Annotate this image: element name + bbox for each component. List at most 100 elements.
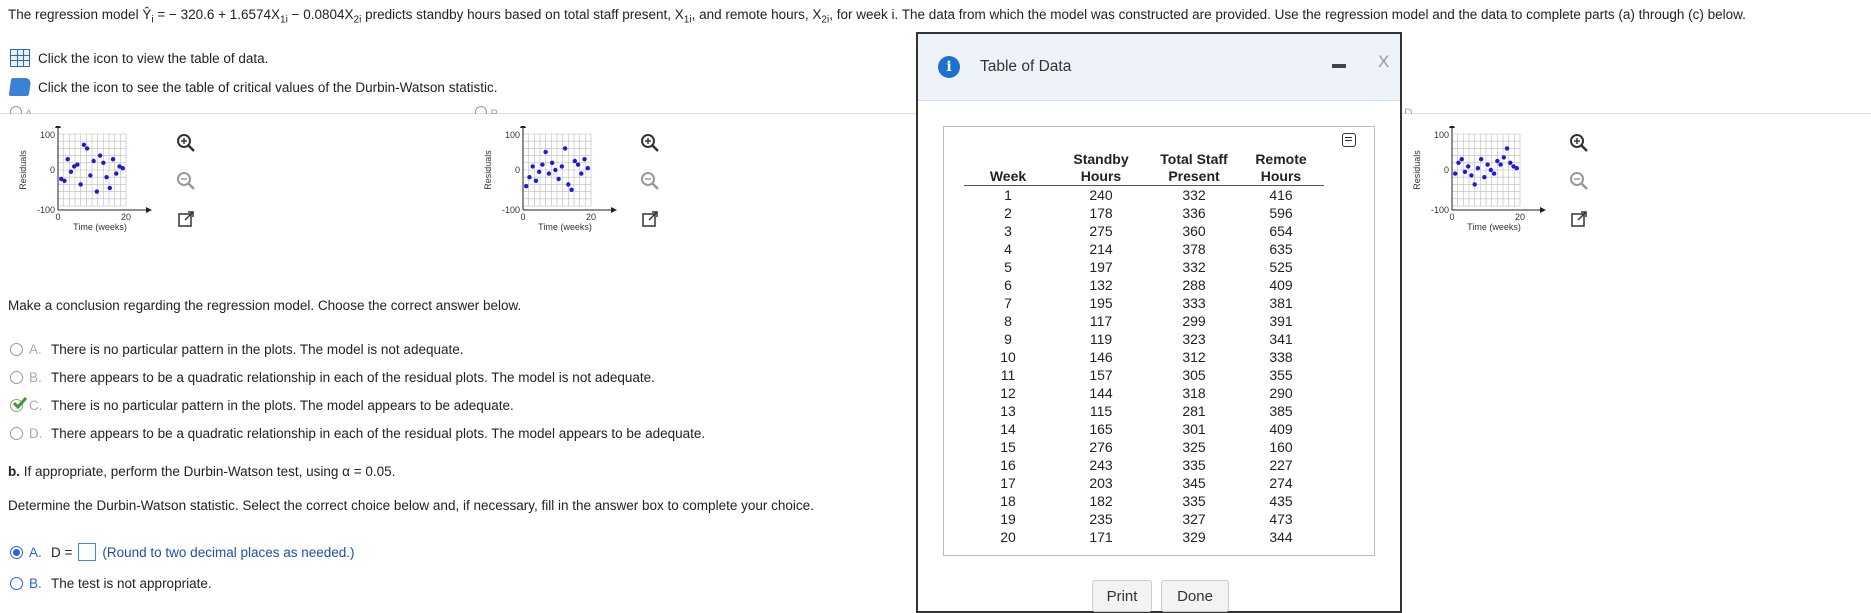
table-row: 7 195 333 381 xyxy=(964,294,1324,312)
x-axis-label: Time (weeks) xyxy=(1467,222,1521,232)
y-tick-label: -100 xyxy=(37,205,55,215)
x-tick-label: 20 xyxy=(1515,212,1525,222)
table-row: 10 146 312 338 xyxy=(964,348,1324,366)
zoom-out-icon[interactable] xyxy=(638,169,662,193)
column-header: Week xyxy=(964,151,1052,186)
table-cell: 318 xyxy=(1182,385,1206,401)
residual-point xyxy=(91,158,96,164)
table-row: 16 243 335 227 xyxy=(964,456,1324,474)
table-cell: 325 xyxy=(1182,439,1206,455)
radio-button[interactable] xyxy=(10,577,23,590)
conclusion-option-b[interactable]: B. There appears to be a quadratic relat… xyxy=(10,370,655,385)
table-cell: 4 xyxy=(1004,241,1012,257)
table-cell: 355 xyxy=(1269,367,1293,383)
radio-button[interactable] xyxy=(10,371,23,384)
table-cell: 17 xyxy=(1000,475,1016,491)
table-row: 4 214 378 635 xyxy=(964,240,1324,258)
table-cell: 165 xyxy=(1089,421,1113,437)
table-cell: 345 xyxy=(1182,475,1206,491)
residual-point xyxy=(1453,171,1458,176)
residual-point xyxy=(1469,173,1474,178)
print-button[interactable]: Print xyxy=(1092,580,1152,612)
table-row: 12 144 318 290 xyxy=(964,384,1324,402)
done-button[interactable]: Done xyxy=(1161,580,1229,612)
table-cell: 338 xyxy=(1269,349,1293,365)
conclusion-option-a[interactable]: A. There is no particular pattern in the… xyxy=(10,342,464,357)
zoom-in-icon[interactable] xyxy=(1567,131,1591,155)
table-cell: 9 xyxy=(1004,331,1012,347)
dw-answer-input[interactable] xyxy=(78,543,97,561)
table-cell: 20 xyxy=(1000,529,1016,545)
residual-point xyxy=(114,171,119,176)
table-cell: 435 xyxy=(1269,493,1293,509)
table-row: 20 171 329 344 xyxy=(964,528,1324,546)
zoom-out-icon[interactable] xyxy=(1567,169,1591,193)
table-cell: 171 xyxy=(1089,529,1113,545)
open-new-window-icon[interactable] xyxy=(174,207,198,231)
table-cell: 11 xyxy=(1000,367,1016,383)
table-cell: 13 xyxy=(1000,403,1016,419)
view-data-link[interactable]: Click the icon to view the table of data… xyxy=(10,48,268,68)
table-cell: 301 xyxy=(1182,421,1206,437)
column-header: Remote Hours xyxy=(1238,151,1324,186)
conclusion-option-d[interactable]: D. There appears to be a quadratic relat… xyxy=(10,426,705,441)
table-cell: 115 xyxy=(1089,403,1113,419)
residual-point xyxy=(1514,166,1519,171)
zoom-out-icon[interactable] xyxy=(174,169,198,193)
column-header: Standby Hours xyxy=(1052,151,1150,186)
x-axis-label: Time (weeks) xyxy=(73,222,127,232)
residual-point xyxy=(1504,146,1510,151)
table-icon[interactable] xyxy=(10,49,30,67)
table-cell: 333 xyxy=(1182,295,1206,311)
table-row: 1 240 332 416 xyxy=(964,186,1324,205)
table-cell: 332 xyxy=(1182,259,1206,275)
residual-point xyxy=(579,171,584,176)
table-cell: 15 xyxy=(1000,439,1016,455)
open-new-window-icon[interactable] xyxy=(1567,207,1591,231)
radio-button-selected[interactable] xyxy=(10,545,23,559)
table-cell: 416 xyxy=(1269,187,1293,203)
table-cell: 654 xyxy=(1269,223,1293,239)
plot-option-d-label[interactable]: D. xyxy=(1404,106,1416,114)
residual-point xyxy=(562,146,568,151)
durbin-watson-link[interactable]: Click the icon to see the table of criti… xyxy=(8,77,497,97)
residual-point xyxy=(65,157,70,162)
residual-point xyxy=(559,164,565,169)
table-cell: 14 xyxy=(1000,421,1016,437)
residual-point xyxy=(582,157,587,162)
table-cell: 275 xyxy=(1089,223,1113,239)
table-cell: 7 xyxy=(1004,295,1012,311)
table-row: 18 182 335 435 xyxy=(964,492,1324,510)
dw-option-a[interactable]: A. D = (Round to two decimal places as n… xyxy=(10,543,355,561)
residual-point xyxy=(1459,157,1464,162)
table-cell: 381 xyxy=(1269,295,1293,311)
residual-point xyxy=(549,160,555,165)
table-cell: 385 xyxy=(1269,403,1293,419)
residual-plot-d: 100 0 -100 0 20 Time (weeks) Residuals xyxy=(1410,122,1560,279)
dw-option-b[interactable]: B. The test is not appropriate. xyxy=(10,576,212,591)
plot-option-b-label[interactable]: B. xyxy=(475,106,502,114)
table-cell: 473 xyxy=(1269,511,1293,527)
copy-icon[interactable] xyxy=(1342,133,1356,147)
book-icon[interactable] xyxy=(8,78,32,96)
table-cell: 327 xyxy=(1182,511,1206,527)
open-new-window-icon[interactable] xyxy=(638,207,662,231)
conclusion-option-c[interactable]: C. There is no particular pattern in the… xyxy=(10,397,514,413)
radio-button[interactable] xyxy=(10,343,23,356)
minimize-button[interactable] xyxy=(1332,64,1346,68)
y-tick-label: 0 xyxy=(515,165,520,175)
residual-point xyxy=(1491,171,1497,176)
table-cell: 635 xyxy=(1269,241,1293,257)
plot-b-tools xyxy=(638,131,662,231)
table-cell: 329 xyxy=(1182,529,1206,545)
table-cell: 335 xyxy=(1182,493,1206,509)
residual-point xyxy=(1456,160,1461,165)
residual-point xyxy=(75,162,80,167)
close-button[interactable]: X xyxy=(1378,52,1389,72)
table-cell: 12 xyxy=(1000,385,1016,401)
zoom-in-icon[interactable] xyxy=(174,131,198,155)
zoom-in-icon[interactable] xyxy=(638,131,662,155)
radio-button[interactable] xyxy=(10,427,23,440)
plot-option-a-label[interactable]: A. xyxy=(10,106,36,114)
residual-point xyxy=(59,176,64,182)
